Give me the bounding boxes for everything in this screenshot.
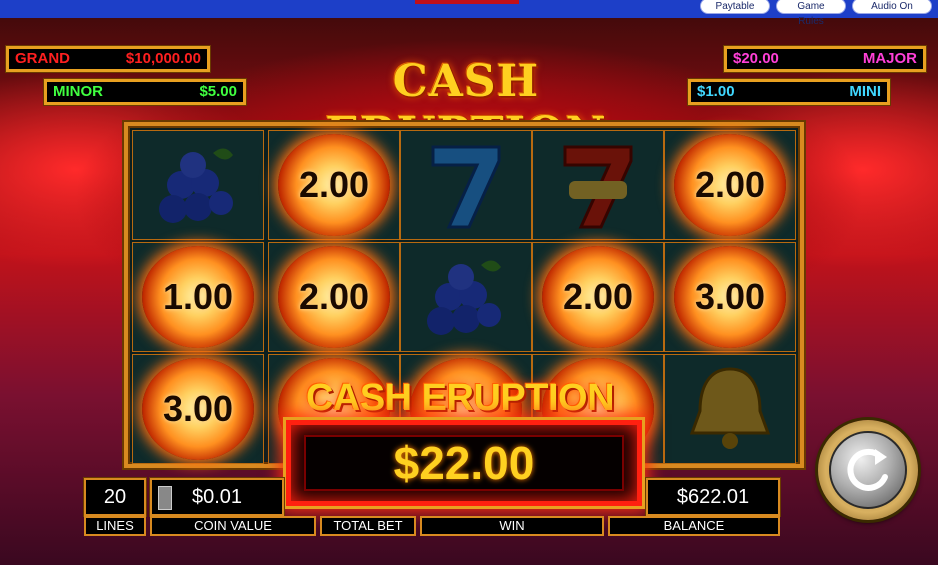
lucky-seven-icon [563, 145, 633, 229]
win-amount: $22.00 [304, 435, 624, 491]
audio-toggle-button[interactable]: Audio On [852, 0, 932, 14]
balance-label: BALANCE [608, 516, 780, 536]
spin-button[interactable] [818, 420, 918, 520]
fireball-symbol: 3.00 [674, 246, 786, 348]
fireball-symbol: 3.00 [142, 358, 254, 460]
jackpot-grand-name: GRAND [15, 50, 70, 67]
fireball-symbol: 2.00 [278, 246, 390, 348]
seven-icon [431, 145, 501, 229]
bell-icon [689, 367, 771, 449]
total-bet-label: TOTAL BET [320, 516, 416, 536]
blueberry-icon [159, 148, 233, 223]
reel-cell [400, 130, 532, 240]
balance-value: $622.01 [676, 485, 750, 508]
fireball-symbol: 2.00 [674, 134, 786, 236]
reel-cell: 2.00 [268, 130, 400, 240]
reel-cell [132, 130, 264, 240]
jackpot-major-amount: $20.00 [733, 50, 779, 67]
spin-inner [829, 431, 907, 509]
jackpot-minor-amount: $5.00 [199, 83, 237, 100]
reel-cell: 2.00 [268, 242, 400, 352]
jackpot-mini-amount: $1.00 [697, 83, 735, 100]
fireball-symbol: 2.00 [542, 246, 654, 348]
fireball-symbol: 2.00 [278, 134, 390, 236]
reel-cell [400, 242, 532, 352]
jackpot-mini: $1.00 MINI [687, 78, 891, 106]
game-title: CASH ERUPTION [325, 56, 605, 159]
coin-value-box[interactable]: $0.01 [150, 478, 284, 516]
lines-label: LINES [84, 516, 146, 536]
jackpot-minor: MINOR $5.00 [43, 78, 247, 106]
lines-value: 20 [103, 485, 127, 508]
game-rules-button[interactable]: Game Rules [776, 0, 846, 27]
game-stage: Paytable Game Rules Audio On GRAND $10,0… [0, 0, 938, 565]
reel-cell: 2.00 [532, 242, 664, 352]
top-bar-accent [415, 0, 519, 4]
paytable-button[interactable]: Paytable [700, 0, 770, 14]
win-label: WIN [420, 516, 604, 536]
jackpot-major: $20.00 MAJOR [723, 45, 927, 73]
reel-cell [664, 354, 796, 464]
reel-cell: 3.00 [664, 242, 796, 352]
jackpot-minor-name: MINOR [53, 83, 103, 100]
blueberry-icon [427, 260, 501, 335]
coin-value: $0.01 [191, 485, 243, 508]
reel-cell: 3.00 [132, 354, 264, 464]
coin-value-label: COIN VALUE [150, 516, 316, 536]
jackpot-grand-amount: $10,000.00 [125, 50, 201, 67]
jackpot-major-name: MAJOR [862, 50, 917, 67]
reel-cell: 1.00 [132, 242, 264, 352]
reel-cell [532, 130, 664, 240]
fireball-symbol: 1.00 [142, 246, 254, 348]
top-bar: Paytable Game Rules Audio On [0, 0, 938, 27]
balance-box: $622.01 [646, 478, 780, 516]
win-amount-box: $22.00 [286, 420, 642, 506]
lines-value-box[interactable]: 20 [84, 478, 146, 516]
winner-banner: CASH ERUPTION WINNER [305, 377, 615, 463]
jackpot-grand: GRAND $10,000.00 [5, 45, 211, 73]
coin-decrease-icon[interactable] [158, 486, 172, 510]
reel-cell: 2.00 [664, 130, 796, 240]
refresh-icon [847, 448, 888, 491]
jackpot-mini-name: MINI [849, 83, 881, 100]
